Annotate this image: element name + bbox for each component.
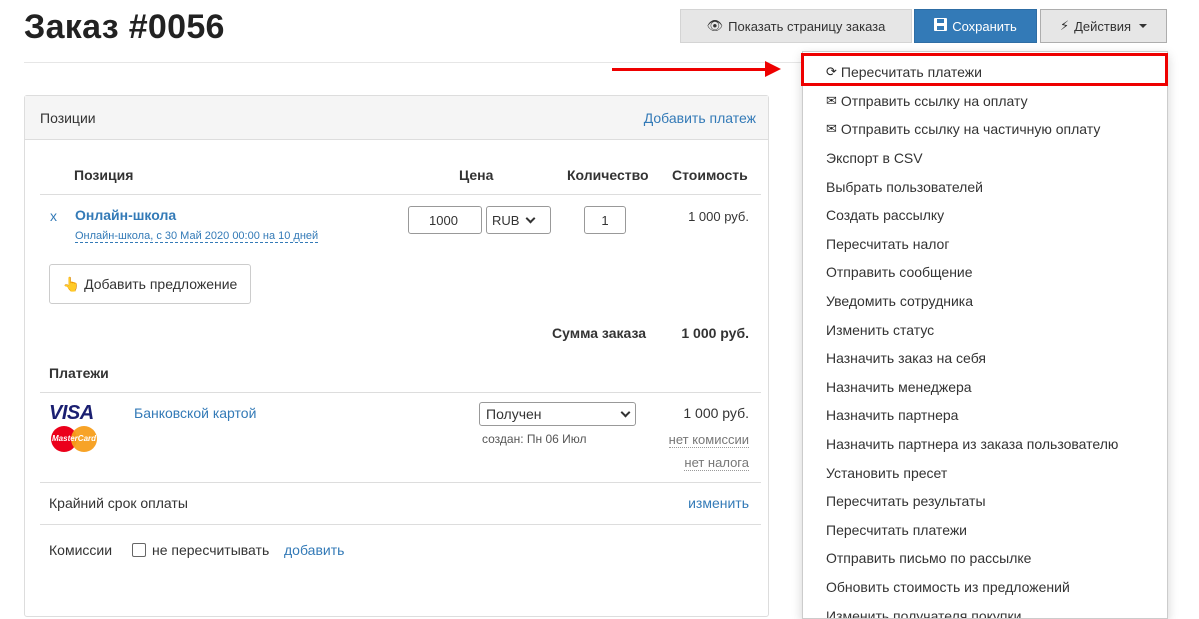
- envelope-icon: ✉: [826, 121, 837, 137]
- payment-method-link[interactable]: Банковской картой: [134, 405, 256, 421]
- menu-item-assign-manager[interactable]: Назначить менеджера: [803, 373, 1167, 402]
- actions-label: Действия: [1074, 18, 1132, 34]
- menu-item-export-csv[interactable]: Экспорт в CSV: [803, 144, 1167, 173]
- commissions-label: Комиссии: [49, 542, 113, 558]
- no-recalculate-checkbox[interactable]: [132, 543, 146, 557]
- column-header-item: Позиция: [74, 167, 134, 183]
- payment-deadline-label: Крайний срок оплаты: [49, 495, 188, 511]
- chevron-down-icon: [620, 407, 631, 417]
- item-name-link[interactable]: Онлайн-школа: [75, 207, 176, 223]
- payment-status-value: Получен: [486, 406, 542, 422]
- change-deadline-link[interactable]: изменить: [688, 495, 749, 511]
- menu-item-send-mailing-letter[interactable]: Отправить письмо по рассылке: [803, 544, 1167, 573]
- menu-item-assign-to-self[interactable]: Назначить заказ на себя: [803, 344, 1167, 373]
- payment-status-select[interactable]: Получен: [479, 402, 636, 426]
- menu-item-update-cost-from-offers[interactable]: Обновить стоимость из предложений: [803, 573, 1167, 602]
- actions-dropdown-button[interactable]: ⚡ Действия: [1040, 9, 1167, 43]
- currency-select[interactable]: RUB: [486, 206, 551, 234]
- annotation-arrow-head: [765, 61, 781, 77]
- visa-logo: VISA: [49, 402, 94, 424]
- menu-item-create-mailing[interactable]: Создать рассылку: [803, 201, 1167, 230]
- menu-item-set-preset[interactable]: Установить пресет: [803, 458, 1167, 487]
- menu-item-change-purchase-recipient[interactable]: Изменить получателя покупки: [803, 601, 1167, 618]
- page-title: Заказ #0056: [24, 8, 225, 46]
- remove-item-button[interactable]: x: [50, 208, 57, 224]
- order-sum-value: 1 000 руб.: [681, 325, 749, 341]
- quantity-input[interactable]: 1: [584, 206, 626, 234]
- deadline-divider: [40, 482, 761, 483]
- payments-divider: [40, 392, 761, 393]
- menu-item-send-partial-payment-link[interactable]: ✉ Отправить ссылку на частичную оплату: [803, 115, 1167, 144]
- actions-dropdown-menu: ⟳ Пересчитать платежи ✉ Отправить ссылку…: [802, 51, 1168, 619]
- currency-value: RUB: [492, 212, 520, 228]
- annotation-arrow: [612, 68, 772, 71]
- payments-title: Платежи: [49, 365, 109, 381]
- add-payment-link[interactable]: Добавить платеж: [644, 110, 756, 126]
- column-header-quantity: Количество: [567, 167, 649, 183]
- eye-icon: 👁: [706, 18, 724, 33]
- add-offer-button[interactable]: 👆 Добавить предложение: [49, 264, 251, 304]
- floppy-disk-icon: [934, 18, 948, 34]
- no-recalculate-label[interactable]: не пересчитывать: [152, 542, 269, 558]
- menu-item-send-payment-link[interactable]: ✉ Отправить ссылку на оплату: [803, 87, 1167, 116]
- column-header-cost: Стоимость: [672, 167, 748, 183]
- caret-down-icon: [1139, 24, 1148, 28]
- header-divider: [24, 62, 810, 63]
- menu-item-recalculate-results[interactable]: Пересчитать результаты: [803, 487, 1167, 516]
- save-button[interactable]: Сохранить: [914, 9, 1037, 43]
- no-commission-link[interactable]: нет комиссии: [668, 432, 749, 448]
- item-cost: 1 000 руб.: [688, 209, 749, 224]
- menu-item-change-status[interactable]: Изменить статус: [803, 315, 1167, 344]
- save-label: Сохранить: [952, 18, 1017, 34]
- order-items-panel: Позиции Добавить платеж: [24, 95, 769, 617]
- menu-item-assign-partner-from-order[interactable]: Назначить партнера из заказа пользовател…: [803, 430, 1167, 459]
- show-order-page-button[interactable]: 👁 Показать страницу заказа: [680, 9, 912, 43]
- price-input[interactable]: 1000: [408, 206, 482, 234]
- item-subtitle-link[interactable]: Онлайн-школа, с 30 Май 2020 00:00 на 10 …: [75, 230, 319, 243]
- payment-amount: 1 000 руб.: [683, 405, 749, 421]
- menu-item-recalculate-tax[interactable]: Пересчитать налог: [803, 230, 1167, 259]
- panel-header: Позиции Добавить платеж: [25, 96, 768, 140]
- menu-item-recalculate-payments-2[interactable]: Пересчитать платежи: [803, 516, 1167, 545]
- payment-created-date: создан: Пн 06 Июл: [482, 432, 587, 446]
- panel-heading: Позиции: [40, 109, 96, 126]
- menu-item-notify-employee[interactable]: Уведомить сотрудника: [803, 287, 1167, 316]
- menu-item-assign-partner[interactable]: Назначить партнера: [803, 401, 1167, 430]
- bolt-icon: ⚡: [1059, 18, 1070, 33]
- add-offer-label: Добавить предложение: [84, 276, 238, 292]
- add-commission-link[interactable]: добавить: [284, 542, 344, 558]
- no-tax-link[interactable]: нет налога: [684, 455, 749, 471]
- mastercard-logo: MasterCard: [51, 426, 99, 452]
- menu-item-select-users[interactable]: Выбрать пользователей: [803, 172, 1167, 201]
- envelope-icon: ✉: [826, 92, 837, 108]
- column-header-price: Цена: [459, 167, 494, 183]
- order-sum-label: Сумма заказа: [552, 325, 647, 341]
- show-order-page-label: Показать страницу заказа: [728, 18, 886, 34]
- chevron-down-icon: [526, 213, 536, 223]
- highlight-box: [801, 53, 1168, 86]
- menu-item-send-message[interactable]: Отправить сообщение: [803, 258, 1167, 287]
- hand-pointer-icon: 👆: [62, 275, 81, 292]
- table-divider: [40, 194, 761, 195]
- commissions-divider: [40, 524, 761, 525]
